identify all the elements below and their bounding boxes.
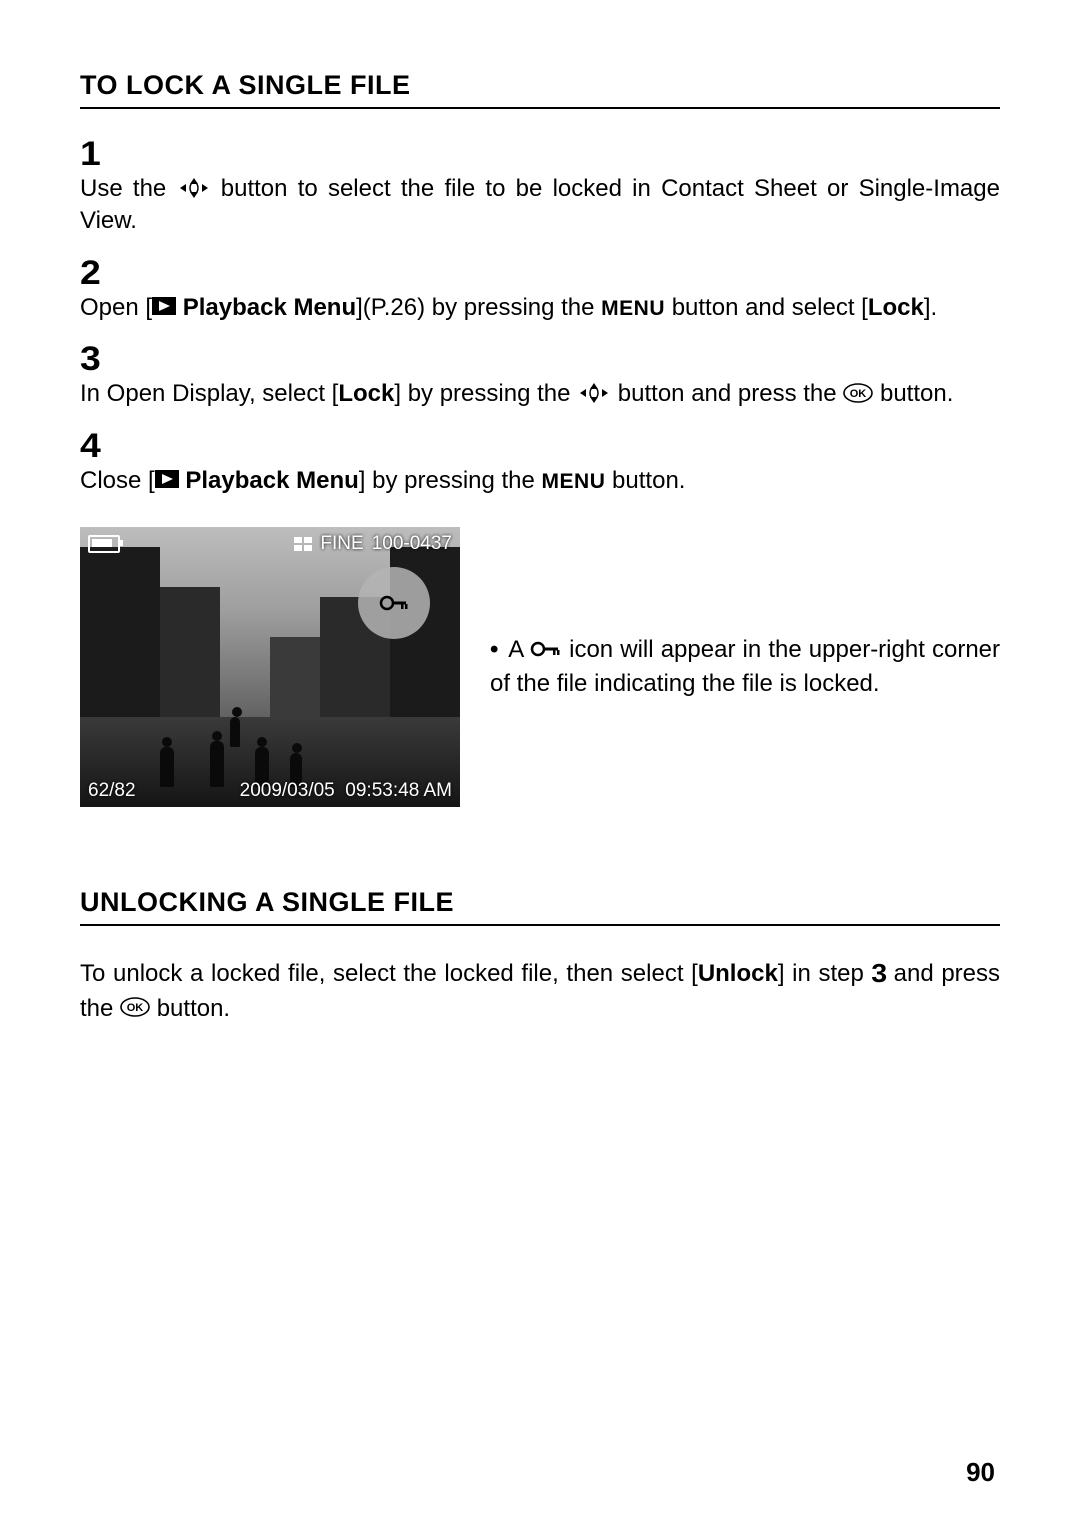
camera-display-screenshot: FINE 100-0437 62/82 2009/03/05 09:53:48 … <box>80 527 460 807</box>
text: Use the <box>80 175 177 202</box>
image-size-icon <box>294 537 312 551</box>
playback-menu-label: Playback Menu <box>179 467 359 494</box>
illustration-row: FINE 100-0437 62/82 2009/03/05 09:53:48 … <box>80 527 1000 807</box>
text: ] by pressing the <box>359 467 542 494</box>
text: A <box>508 636 530 663</box>
unlock-body: To unlock a locked file, select the lock… <box>80 954 1000 1027</box>
text: button. <box>880 380 953 407</box>
text: Open [ <box>80 294 152 321</box>
text: button. <box>157 995 230 1022</box>
lock-word: Lock <box>868 294 924 321</box>
text: To unlock a locked file, select the lock… <box>80 960 698 987</box>
text: ] in step <box>778 960 872 987</box>
step-number-2: 2 <box>80 256 1080 290</box>
image-time: 09:53:48 AM <box>345 780 452 801</box>
step-3-body: In Open Display, select [Lock] by pressi… <box>80 378 1000 410</box>
step-1-body: Use the button to select the file to be … <box>80 173 1000 238</box>
step-2-body: Open [ Playback Menu](P.26) by pressing … <box>80 292 1000 324</box>
playback-icon <box>152 297 176 315</box>
text: In Open Display, select [ <box>80 380 338 407</box>
lock-word: Lock <box>338 380 394 407</box>
manual-page: TO LOCK A SINGLE FILE 1 Use the button t… <box>0 0 1080 1528</box>
ok-button-icon: OK <box>843 383 873 403</box>
svg-text:OK: OK <box>850 388 867 400</box>
step-reference-3: 3 <box>871 955 887 993</box>
unlock-word: Unlock <box>698 960 778 987</box>
battery-icon <box>88 535 120 553</box>
text: by pressing the <box>432 294 601 321</box>
image-quality: FINE <box>320 533 363 555</box>
step-number-4: 4 <box>80 429 1080 463</box>
text: ](P.26) <box>356 294 425 321</box>
bullet-icon: • <box>490 636 498 663</box>
lock-note: • A icon will appear in the upper-right … <box>490 633 1000 700</box>
shot-bottom-bar: 62/82 2009/03/05 09:53:48 AM <box>88 780 452 802</box>
image-counter: 62/82 <box>88 780 136 802</box>
shot-top-bar: FINE 100-0437 <box>88 533 452 555</box>
menu-button-label: MENU <box>601 297 665 320</box>
file-number: 100-0437 <box>372 533 452 555</box>
step-number-1: 1 <box>80 137 1080 171</box>
ok-button-icon: OK <box>120 997 150 1017</box>
text: ]. <box>924 294 937 321</box>
lock-indicator-callout <box>358 567 430 639</box>
section-heading-lock: TO LOCK A SINGLE FILE <box>80 70 1000 109</box>
section-heading-unlock: UNLOCKING A SINGLE FILE <box>80 887 1000 926</box>
text: button to select the file to be locked i… <box>80 175 1000 234</box>
playback-menu-label: Playback Menu <box>176 294 356 321</box>
step-4-body: Close [ Playback Menu] by pressing the M… <box>80 465 1000 497</box>
four-way-controller-icon <box>177 177 211 199</box>
playback-icon <box>155 470 179 488</box>
image-date: 2009/03/05 <box>240 780 335 801</box>
key-lock-icon <box>530 639 562 659</box>
text: button and select [ <box>672 294 868 321</box>
text: icon will appear in the upper-right corn… <box>490 636 1000 697</box>
four-way-controller-icon <box>577 382 611 404</box>
key-lock-icon <box>379 591 409 615</box>
step-number-3: 3 <box>80 342 1080 376</box>
text: Close [ <box>80 467 155 494</box>
text: button and press the <box>618 380 844 407</box>
svg-text:OK: OK <box>127 1002 144 1014</box>
page-number: 90 <box>966 1457 995 1488</box>
menu-button-label: MENU <box>542 470 606 493</box>
text: ] by pressing the <box>394 380 577 407</box>
text: button. <box>605 467 685 494</box>
